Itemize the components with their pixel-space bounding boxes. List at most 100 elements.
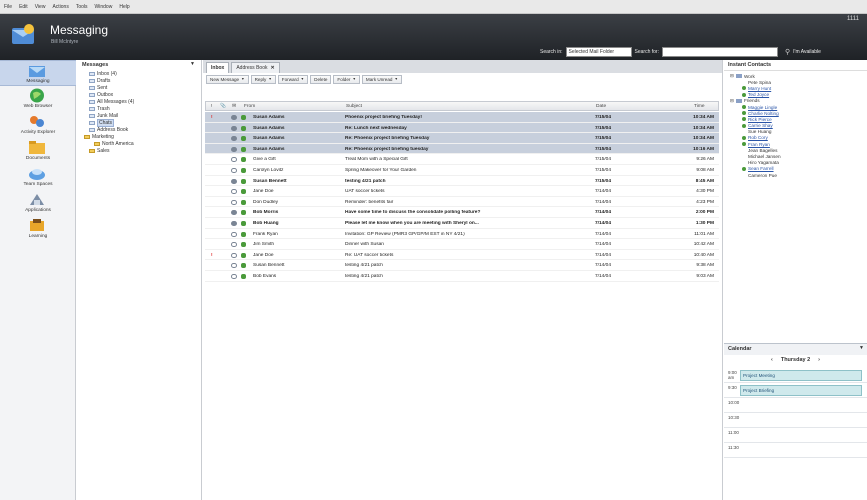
message-row[interactable]: Carolyn Lovitz Spring Makeover for Your G… bbox=[205, 165, 719, 176]
search-icon[interactable]: ⚲ bbox=[785, 48, 790, 56]
contact-name: Hiro Yagamata bbox=[748, 160, 779, 166]
chevron-down-icon[interactable]: ▼ bbox=[859, 345, 864, 351]
calendar-slot[interactable]: 11:00 bbox=[724, 428, 867, 443]
folder-item[interactable]: Inbox (4) bbox=[84, 70, 201, 77]
chevron-down-icon[interactable]: ▼ bbox=[190, 61, 195, 67]
folder-item[interactable]: All Messages (4) bbox=[84, 98, 201, 105]
message-row[interactable]: Don Dudley Reminder: benefits fair 7/14/04… bbox=[205, 197, 719, 208]
message-row[interactable]: Susan Bennett testing 4/21 patch 7/14/04 9:… bbox=[205, 260, 719, 271]
presence-icon bbox=[742, 86, 746, 91]
message-row[interactable]: Bob Huang Please let me know when you are… bbox=[205, 218, 719, 229]
flag-icon[interactable]: ! bbox=[211, 115, 213, 120]
nav-learning[interactable]: Learning bbox=[0, 216, 76, 242]
read-status-icon[interactable] bbox=[231, 136, 237, 142]
column-from[interactable]: From bbox=[244, 104, 255, 109]
folder-item[interactable]: Marketing bbox=[84, 133, 201, 140]
collapse-icon[interactable]: ⊟ bbox=[730, 73, 734, 79]
read-status-icon[interactable] bbox=[231, 210, 237, 216]
folder-item[interactable]: Chats bbox=[84, 118, 201, 127]
collapse-icon[interactable]: ⊟ bbox=[730, 98, 734, 104]
message-row[interactable]: Give a Gift Treat Mom with a Special Gift… bbox=[205, 154, 719, 165]
reply-button[interactable]: Reply ▼ bbox=[250, 74, 276, 84]
read-status-icon[interactable] bbox=[231, 157, 237, 163]
read-status-icon[interactable] bbox=[231, 115, 237, 120]
menu-tools[interactable]: Tools bbox=[76, 4, 88, 10]
folder-item[interactable]: Address Book bbox=[84, 126, 201, 133]
message-row[interactable]: Frank Ryan Invitation: GP Review (PMR3 GP… bbox=[205, 229, 719, 240]
calendar-slot[interactable]: 9:00 am Project Meeting bbox=[724, 368, 867, 383]
contact-item[interactable]: Cameron Pue bbox=[730, 172, 867, 178]
folder-item[interactable]: Sales bbox=[84, 147, 201, 154]
menu-file[interactable]: File bbox=[4, 4, 12, 10]
read-status-icon[interactable] bbox=[231, 178, 237, 184]
status-column-icon[interactable]: ✉ bbox=[232, 104, 236, 109]
calendar-slot[interactable]: 10:00 bbox=[724, 398, 867, 413]
nav-applications[interactable]: Applications bbox=[0, 190, 76, 216]
calendar-slot[interactable]: 9:30 Project Briefing bbox=[724, 383, 867, 398]
message-row[interactable]: Susan Bennett testing 4/21 patch 7/15/04 8:… bbox=[205, 176, 719, 187]
chevron-down-icon: ▼ bbox=[394, 77, 398, 81]
read-status-icon[interactable] bbox=[231, 167, 237, 173]
close-icon[interactable]: ✕ bbox=[270, 65, 274, 71]
message-row[interactable]: Jane Doe UAT soccer tickets 7/14/04 4:30 PM bbox=[205, 186, 719, 197]
column-subject[interactable]: Subject bbox=[346, 104, 362, 109]
forward-button[interactable]: Forward ▼ bbox=[277, 74, 309, 84]
nav-messaging[interactable]: Messaging bbox=[0, 60, 76, 86]
new-message-button[interactable]: New Message ▼ bbox=[206, 74, 249, 84]
message-row[interactable]: Susan Adams Re: Phoenix project briefing … bbox=[205, 143, 719, 155]
message-row[interactable]: Jim Smith Dinner with Susan 7/14/04 10:42 A… bbox=[205, 239, 719, 250]
flag-column-icon[interactable]: ! bbox=[211, 104, 212, 109]
tab-inbox[interactable]: Inbox bbox=[206, 62, 230, 73]
tab-address-book[interactable]: Address Book ✕ bbox=[231, 62, 280, 73]
column-date[interactable]: Date bbox=[596, 104, 606, 109]
calendar-slot[interactable]: 10:30 bbox=[724, 413, 867, 428]
folder-item[interactable]: Drafts bbox=[84, 77, 201, 84]
team-spaces-icon bbox=[29, 169, 45, 180]
read-status-icon[interactable] bbox=[231, 242, 237, 248]
message-row[interactable]: Bob Morris Have some time to discuss the … bbox=[205, 207, 719, 218]
search-input[interactable] bbox=[661, 47, 778, 57]
column-time[interactable]: Time bbox=[694, 104, 704, 109]
menu-view[interactable]: View bbox=[35, 4, 46, 10]
message-row[interactable]: Bob Evans testing 4/21 patch 7/14/04 9:03 A… bbox=[205, 271, 719, 282]
menu-help[interactable]: Help bbox=[119, 4, 129, 10]
read-status-icon[interactable] bbox=[231, 263, 237, 269]
read-status-icon[interactable] bbox=[231, 231, 237, 237]
message-row[interactable]: Susan Adams Re: Lunch next wednesday 7/15/… bbox=[205, 122, 719, 134]
read-status-icon[interactable] bbox=[231, 273, 237, 279]
search-scope-select[interactable]: Selected Mail Folder bbox=[565, 47, 632, 57]
read-status-icon[interactable] bbox=[231, 252, 237, 258]
menu-actions[interactable]: Actions bbox=[52, 4, 68, 10]
nav-documents[interactable]: Documents bbox=[0, 138, 76, 164]
folder-icon bbox=[89, 113, 95, 118]
nav-web-browser[interactable]: Web Browser bbox=[0, 86, 76, 112]
message-row[interactable]: ! Jane Doe Re: UAT soccer tickets 7/14/04 10… bbox=[205, 250, 719, 261]
read-status-icon[interactable] bbox=[231, 189, 237, 195]
read-status-icon[interactable] bbox=[231, 125, 237, 131]
read-status-icon[interactable] bbox=[231, 146, 237, 152]
folder-item[interactable]: North America bbox=[84, 140, 201, 147]
next-day-icon[interactable]: › bbox=[818, 357, 820, 363]
presence-icon bbox=[742, 117, 746, 122]
nav-activity-explorer[interactable]: Activity Explorer bbox=[0, 112, 76, 138]
read-status-icon[interactable] bbox=[231, 220, 237, 226]
folder-item[interactable]: Trash bbox=[84, 105, 201, 112]
delete-button[interactable]: Delete bbox=[310, 74, 332, 84]
flag-icon[interactable]: ! bbox=[211, 253, 213, 258]
menu-edit[interactable]: Edit bbox=[19, 4, 28, 10]
availability-status[interactable]: I'm Available bbox=[793, 49, 821, 55]
menu-window[interactable]: Window bbox=[95, 4, 113, 10]
calendar-slot[interactable]: 11:30 bbox=[724, 443, 867, 458]
mark-unread-button[interactable]: Mark Unread ▼ bbox=[361, 74, 402, 84]
folder-item[interactable]: Sent bbox=[84, 84, 201, 91]
calendar-appointment[interactable]: Project Briefing bbox=[740, 385, 862, 396]
attachment-column-icon[interactable]: 📎 bbox=[220, 104, 226, 109]
calendar-appointment[interactable]: Project Meeting bbox=[740, 370, 862, 381]
folder-item[interactable]: Outbox bbox=[84, 91, 201, 98]
message-row[interactable]: ! Susan Adams Phoenix project briefing Tue… bbox=[205, 112, 719, 123]
read-status-icon[interactable] bbox=[231, 199, 237, 205]
folder-button[interactable]: Folder ▼ bbox=[333, 74, 360, 84]
nav-team-spaces[interactable]: Team Spaces bbox=[0, 164, 76, 190]
message-row[interactable]: Susan Adams Re: Phoenix project briefing … bbox=[205, 133, 719, 144]
prev-day-icon[interactable]: ‹ bbox=[771, 357, 773, 363]
